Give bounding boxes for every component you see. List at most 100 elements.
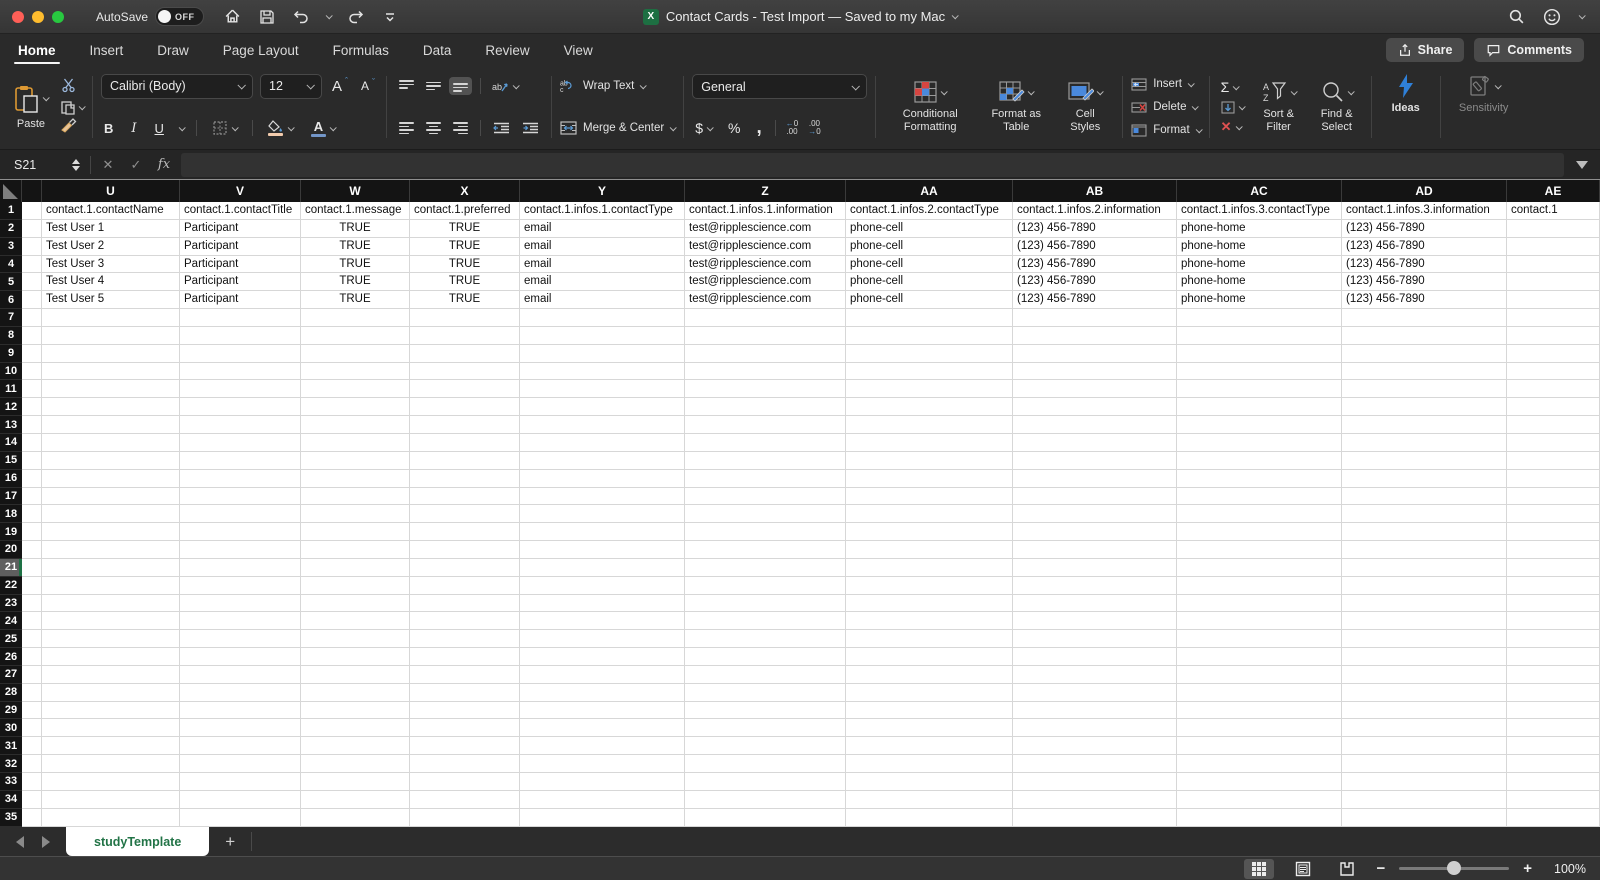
cell-AC20[interactable]	[1177, 541, 1342, 559]
cell-V35[interactable]	[180, 809, 301, 827]
cell-AA9[interactable]	[846, 345, 1013, 363]
cell-Z3[interactable]: test@ripplescience.com	[685, 238, 846, 256]
cell-AC3[interactable]: phone-home	[1177, 238, 1342, 256]
row-header-34[interactable]: 34	[0, 791, 22, 809]
cell-V26[interactable]	[180, 648, 301, 666]
cell-Y17[interactable]	[520, 488, 685, 506]
sheet-prev-icon[interactable]	[16, 836, 24, 848]
cell-W15[interactable]	[301, 452, 410, 470]
cell-V6[interactable]: Participant	[180, 291, 301, 309]
cell-AA26[interactable]	[846, 648, 1013, 666]
cell-AA34[interactable]	[846, 791, 1013, 809]
row-header-11[interactable]: 11	[0, 380, 22, 398]
cell-partial5[interactable]	[22, 273, 42, 291]
cell-AE1[interactable]: contact.1	[1507, 202, 1600, 220]
close-window-button[interactable]	[12, 11, 24, 23]
cell-AE6[interactable]	[1507, 291, 1600, 309]
cell-U10[interactable]	[42, 363, 180, 381]
cell-AB15[interactable]	[1013, 452, 1177, 470]
cell-partial9[interactable]	[22, 345, 42, 363]
cell-AB1[interactable]: contact.1.infos.2.information	[1013, 202, 1177, 220]
row-header-33[interactable]: 33	[0, 773, 22, 791]
cell-AB20[interactable]	[1013, 541, 1177, 559]
cell-V17[interactable]	[180, 488, 301, 506]
cell-W19[interactable]	[301, 523, 410, 541]
row-header-14[interactable]: 14	[0, 434, 22, 452]
cell-Z32[interactable]	[685, 755, 846, 773]
tab-review[interactable]: Review	[483, 37, 531, 67]
cell-partial33[interactable]	[22, 773, 42, 791]
decrease-decimal-button[interactable]: .00 →0	[808, 120, 820, 136]
cell-AD31[interactable]	[1342, 737, 1507, 755]
cell-partial2[interactable]	[22, 220, 42, 238]
cell-AD10[interactable]	[1342, 363, 1507, 381]
cell-AA11[interactable]	[846, 380, 1013, 398]
row-header-15[interactable]: 15	[0, 452, 22, 470]
tab-formulas[interactable]: Formulas	[331, 37, 391, 67]
cell-V22[interactable]	[180, 577, 301, 595]
cell-AA32[interactable]	[846, 755, 1013, 773]
cell-partial11[interactable]	[22, 380, 42, 398]
cell-X5[interactable]: TRUE	[410, 273, 520, 291]
cell-AE15[interactable]	[1507, 452, 1600, 470]
cell-X20[interactable]	[410, 541, 520, 559]
cell-AD13[interactable]	[1342, 416, 1507, 434]
cell-AB26[interactable]	[1013, 648, 1177, 666]
cell-Z28[interactable]	[685, 684, 846, 702]
cell-AE21[interactable]	[1507, 559, 1600, 577]
cell-U5[interactable]: Test User 4	[42, 273, 180, 291]
zoom-level[interactable]: 100%	[1546, 862, 1586, 876]
cell-V24[interactable]	[180, 612, 301, 630]
cell-U28[interactable]	[42, 684, 180, 702]
cell-Z21[interactable]	[685, 559, 846, 577]
cell-AB14[interactable]	[1013, 434, 1177, 452]
insert-cells-button[interactable]: Insert	[1131, 74, 1200, 94]
confirm-entry-icon[interactable]: ✓	[125, 157, 147, 173]
row-header-28[interactable]: 28	[0, 684, 22, 702]
cell-AC35[interactable]	[1177, 809, 1342, 827]
cell-X4[interactable]: TRUE	[410, 256, 520, 274]
cell-Z34[interactable]	[685, 791, 846, 809]
cell-X6[interactable]: TRUE	[410, 291, 520, 309]
cell-AB13[interactable]	[1013, 416, 1177, 434]
cell-W3[interactable]: TRUE	[301, 238, 410, 256]
row-header-32[interactable]: 32	[0, 755, 22, 773]
cell-W17[interactable]	[301, 488, 410, 506]
cell-U20[interactable]	[42, 541, 180, 559]
cell-AA12[interactable]	[846, 398, 1013, 416]
cell-U15[interactable]	[42, 452, 180, 470]
row-header-26[interactable]: 26	[0, 648, 22, 666]
row-header-21[interactable]: 21	[0, 559, 22, 577]
cell-X1[interactable]: contact.1.preferred	[410, 202, 520, 220]
cell-V8[interactable]	[180, 327, 301, 345]
cell-partial15[interactable]	[22, 452, 42, 470]
fill-color-button[interactable]	[265, 120, 296, 136]
name-box-stepper[interactable]	[72, 159, 80, 171]
row-header-7[interactable]: 7	[0, 309, 22, 327]
cell-AD18[interactable]	[1342, 505, 1507, 523]
cell-AC6[interactable]: phone-home	[1177, 291, 1342, 309]
cell-W33[interactable]	[301, 773, 410, 791]
cell-AD20[interactable]	[1342, 541, 1507, 559]
cell-Y3[interactable]: email	[520, 238, 685, 256]
orientation-button[interactable]: ab	[489, 79, 521, 94]
cell-U27[interactable]	[42, 666, 180, 684]
redo-icon[interactable]	[347, 8, 365, 26]
page-layout-view-button[interactable]	[1288, 859, 1318, 879]
cut-button[interactable]	[60, 77, 84, 98]
cell-AC27[interactable]	[1177, 666, 1342, 684]
cell-Y26[interactable]	[520, 648, 685, 666]
cell-partial18[interactable]	[22, 505, 42, 523]
cell-AB2[interactable]: (123) 456-7890	[1013, 220, 1177, 238]
decrease-font-size-button[interactable]: Aˇ	[358, 79, 378, 93]
cell-Y9[interactable]	[520, 345, 685, 363]
cell-U24[interactable]	[42, 612, 180, 630]
cell-AD19[interactable]	[1342, 523, 1507, 541]
page-break-view-button[interactable]	[1332, 859, 1362, 879]
cell-AD24[interactable]	[1342, 612, 1507, 630]
cell-Z33[interactable]	[685, 773, 846, 791]
cell-Z7[interactable]	[685, 309, 846, 327]
row-header-29[interactable]: 29	[0, 702, 22, 720]
cell-AA19[interactable]	[846, 523, 1013, 541]
tab-insert[interactable]: Insert	[88, 37, 126, 67]
